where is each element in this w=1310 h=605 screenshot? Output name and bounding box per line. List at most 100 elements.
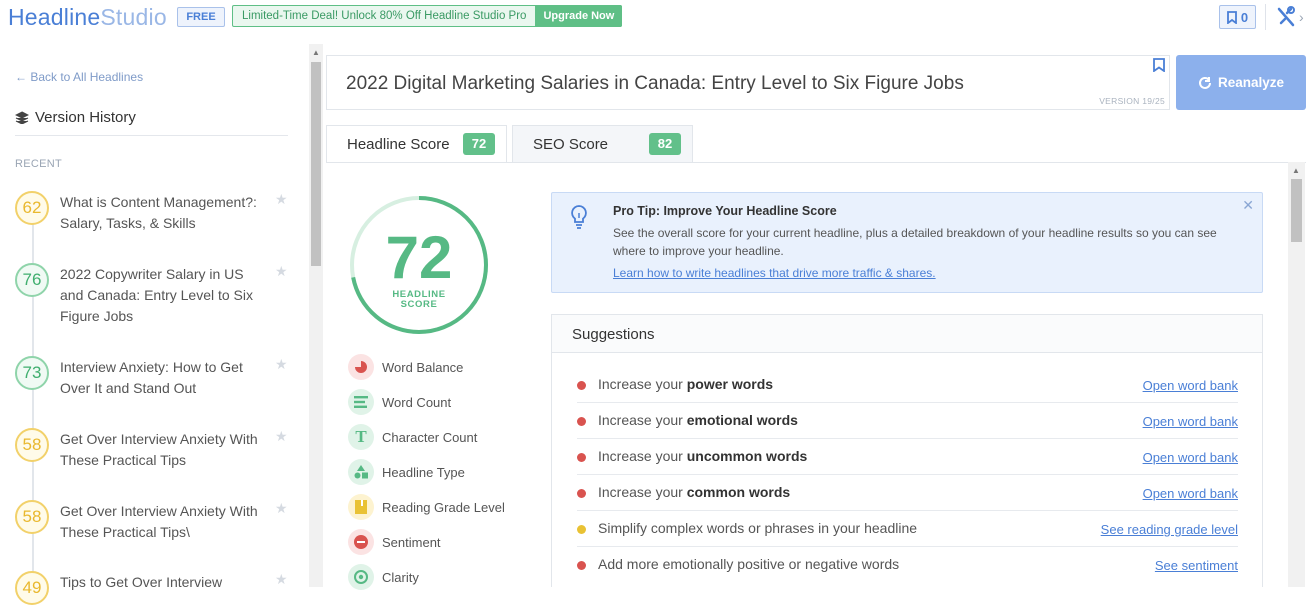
book-icon [348,494,374,520]
tip-title: Pro Tip: Improve Your Headline Score [613,204,837,218]
top-bar: HeadlineStudio FREE Limited-Time Deal! U… [0,0,1310,40]
score-badge: 58 [15,428,49,462]
recent-label: RECENT [15,158,63,170]
version-history-sidebar: ← Back to All Headlines Version History … [0,44,308,605]
suggestion-text: Increase your common words [598,484,791,500]
suggestion-row: Simplify complex words or phrases in you… [577,511,1238,547]
status-dot [577,489,586,498]
history-item-text: 2022 Copywriter Salary in US and Canada:… [60,266,254,324]
headline-score-ring: 72 HEADLINE SCORE [348,194,490,336]
metric-reading-grade-level[interactable]: Reading Grade Level [348,494,505,520]
refresh-icon [1199,76,1211,89]
bookmark-count: 0 [1240,9,1249,25]
tab-score-badge: 82 [649,133,681,155]
version-history-title: Version History [15,109,136,126]
deal-banner[interactable]: Limited-Time Deal! Unlock 80% Off Headli… [232,5,623,27]
history-item-text: Get Over Interview Anxiety With These Pr… [60,431,258,468]
tip-link[interactable]: Learn how to write headlines that drive … [613,266,936,280]
close-icon[interactable]: ✕ [1242,197,1254,214]
metric-word-count[interactable]: Word Count [348,389,451,415]
tab-headline-score[interactable]: Headline Score 72 [326,125,507,163]
tip-body: See the overall score for your current h… [613,226,1217,258]
score-badge: 58 [15,500,49,534]
divider [1265,4,1266,30]
face-icon [348,529,374,555]
suggestion-row: Increase your common words Open word ban… [577,475,1238,511]
chevron-right-icon[interactable]: › [1299,9,1304,25]
star-icon[interactable]: ★ [275,191,288,208]
scroll-up-icon[interactable]: ▲ [1292,166,1300,175]
pie-chart-icon [348,354,374,380]
tab-seo-score[interactable]: SEO Score 82 [512,125,693,162]
score-badge: 73 [15,356,49,390]
history-item-text: Interview Anxiety: How to Get Over It an… [60,359,243,396]
score-badge: 76 [15,263,49,297]
divider [15,135,288,136]
status-dot [577,453,586,462]
suggestion-text: Add more emotionally positive or negativ… [598,556,900,572]
suggestion-text: Increase your power words [598,376,774,392]
upgrade-button[interactable]: Upgrade Now [535,5,623,27]
history-item-text: Tips to Get Over Interview [60,574,223,590]
scroll-up-icon[interactable]: ▲ [312,48,320,57]
see-sentiment-link[interactable]: See sentiment [1155,558,1238,573]
tab-score-badge: 72 [463,133,495,155]
saved-bookmarks-button[interactable]: 0 [1219,5,1256,29]
suggestion-row: Increase your power words Open word bank [577,367,1238,403]
star-icon[interactable]: ★ [275,571,288,588]
star-icon[interactable]: ★ [275,428,288,445]
status-dot [577,525,586,534]
metric-headline-type[interactable]: Headline Type [348,459,465,485]
tools-icon [1277,6,1295,27]
star-icon[interactable]: ★ [275,263,288,280]
suggestion-row: Add more emotionally positive or negativ… [577,547,1238,583]
suggestion-text: Increase your emotional words [598,412,798,428]
suggestion-text: Simplify complex words or phrases in you… [598,520,918,536]
status-dot [577,381,586,390]
tools-button[interactable] [1276,6,1296,33]
lightbulb-icon [571,205,587,229]
suggestions-panel: Suggestions Increase your power words Op… [551,314,1263,587]
score-label: HEADLINE SCORE [392,289,446,310]
back-to-headlines-link[interactable]: ← Back to All Headlines [15,70,143,84]
status-dot [577,561,586,570]
headline-input[interactable]: 2022 Digital Marketing Salaries in Canad… [326,55,1170,110]
main-scrollbar-thumb[interactable] [1291,179,1302,242]
score-badge: 49 [15,571,49,605]
app-logo[interactable]: HeadlineStudio [8,4,167,31]
target-icon [348,564,374,590]
score-badge: 62 [15,191,49,225]
history-item-text: Get Over Interview Anxiety With These Pr… [60,503,258,540]
star-icon[interactable]: ★ [275,356,288,373]
text-t-icon: T [348,424,374,450]
history-item-text: What is Content Management?: Salary, Tas… [60,194,257,231]
deal-text: Limited-Time Deal! Unlock 80% Off Headli… [242,10,527,22]
suggestion-row: Increase your uncommon words Open word b… [577,439,1238,475]
open-word-bank-link[interactable]: Open word bank [1143,450,1238,465]
sidebar-scrollbar-thumb[interactable] [311,62,321,266]
bookmark-icon[interactable] [1153,58,1165,72]
headline-text[interactable]: 2022 Digital Marketing Salaries in Canad… [346,73,964,95]
status-dot [577,417,586,426]
metric-word-balance[interactable]: Word Balance [348,354,463,380]
see-reading-grade-level-link[interactable]: See reading grade level [1101,522,1238,537]
pro-tip-box: Pro Tip: Improve Your Headline Score See… [551,192,1263,293]
open-word-bank-link[interactable]: Open word bank [1143,414,1238,429]
plan-badge: FREE [177,7,225,27]
star-icon[interactable]: ★ [275,500,288,517]
reanalyze-button[interactable]: Reanalyze [1176,55,1306,110]
open-word-bank-link[interactable]: Open word bank [1143,378,1238,393]
version-label: VERSION 19/25 [1099,96,1165,106]
layers-icon [15,111,29,124]
suggestion-row: Increase your emotional words Open word … [577,403,1238,439]
lines-icon [348,389,374,415]
metric-character-count[interactable]: T Character Count [348,424,477,450]
suggestion-text: Increase your uncommon words [598,448,808,464]
bookmark-icon [1226,10,1237,24]
shapes-icon [348,459,374,485]
open-word-bank-link[interactable]: Open word bank [1143,486,1238,501]
metric-clarity[interactable]: Clarity [348,564,419,590]
score-value: 72 [385,224,453,291]
metric-sentiment[interactable]: Sentiment [348,529,441,555]
suggestions-title: Suggestions [552,315,1262,353]
